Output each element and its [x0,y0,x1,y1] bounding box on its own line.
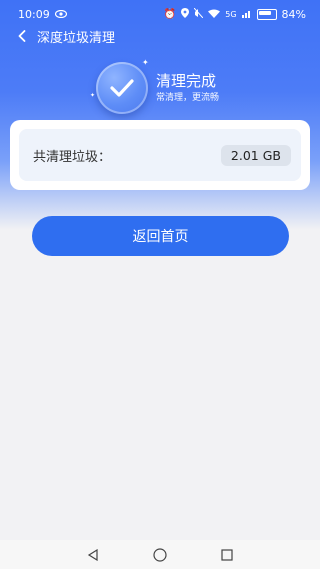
circle-home-icon [153,547,167,562]
page-title: 深度垃圾清理 [37,30,116,46]
app-header: 深度垃圾清理 [0,24,320,48]
hero-title: 清理完成 [156,72,217,90]
back-button[interactable] [11,24,33,48]
wifi-icon [208,8,221,21]
cleaned-label: 共清理垃圾： [33,149,112,165]
status-time: 10:09 [18,7,50,21]
result-row: 共清理垃圾： 2.01 GB [19,129,301,181]
hero-subtitle: 常清理，更流畅 [156,93,220,103]
eye-icon [54,8,67,21]
network-type: 5G [225,9,237,19]
nav-back-button[interactable] [83,545,103,565]
check-circle-icon: ✦ ✦ [90,58,149,114]
alarm-icon: ⏰ [163,8,177,20]
battery-level: 84% [281,7,306,21]
triangle-back-icon [88,548,98,561]
cleaned-size-badge: 2.01 GB [220,144,291,166]
nav-home-button[interactable] [150,545,170,565]
battery-icon [256,8,277,20]
chevron-left-icon [18,30,26,42]
square-recents-icon [221,548,233,561]
mute-icon [193,7,204,21]
result-card: 共清理垃圾： 2.01 GB [10,120,310,190]
sparkle-icon: ✦ [142,58,149,67]
sparkle-icon: ✦ [90,92,96,99]
nav-recents-button[interactable] [217,545,237,565]
signal-icon [241,8,252,21]
system-nav-bar [0,540,320,569]
location-icon [181,7,190,21]
clean-complete-hero: ✦ ✦ 清理完成 常清理，更流畅 [90,58,220,114]
return-home-button[interactable]: 返回首页 [32,216,289,256]
